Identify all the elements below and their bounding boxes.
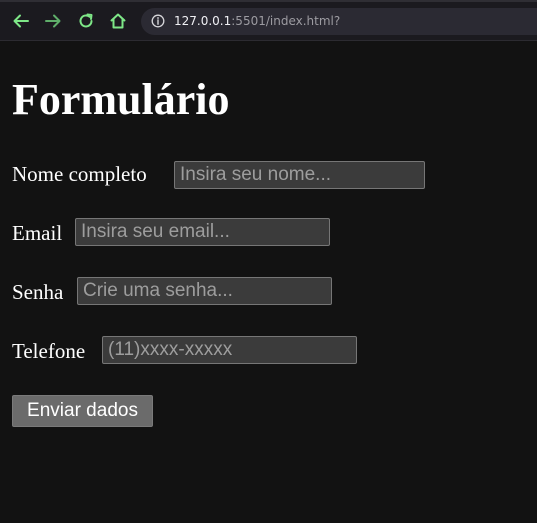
home-icon <box>110 13 126 29</box>
page-title: Formulário <box>12 75 230 124</box>
home-button[interactable] <box>107 10 129 32</box>
phone-input[interactable] <box>102 336 357 364</box>
password-input[interactable] <box>77 277 332 305</box>
back-button[interactable] <box>10 10 32 32</box>
address-bar[interactable]: 127.0.0.1:5501/index.html? <box>141 8 537 35</box>
url-path: :5501/index.html? <box>231 14 341 28</box>
url-text: 127.0.0.1:5501/index.html? <box>174 14 340 29</box>
reload-icon <box>79 13 93 28</box>
password-label: Senha <box>12 280 64 304</box>
name-label: Nome completo <box>12 162 147 186</box>
forward-button[interactable] <box>42 10 64 32</box>
page-content: Formulário Nome completo Email Senha Tel… <box>0 41 537 523</box>
back-arrow-icon <box>13 14 29 28</box>
name-input[interactable] <box>174 161 425 189</box>
url-host: 127.0.0.1 <box>174 14 232 28</box>
submit-button[interactable]: Enviar dados <box>12 395 153 427</box>
reload-button[interactable] <box>75 10 97 32</box>
info-icon[interactable] <box>151 14 165 28</box>
email-input[interactable] <box>75 218 330 246</box>
email-label: Email <box>12 221 63 245</box>
browser-toolbar: 127.0.0.1:5501/index.html? <box>0 0 537 41</box>
forward-arrow-icon <box>45 14 61 28</box>
phone-label: Telefone <box>12 339 86 363</box>
